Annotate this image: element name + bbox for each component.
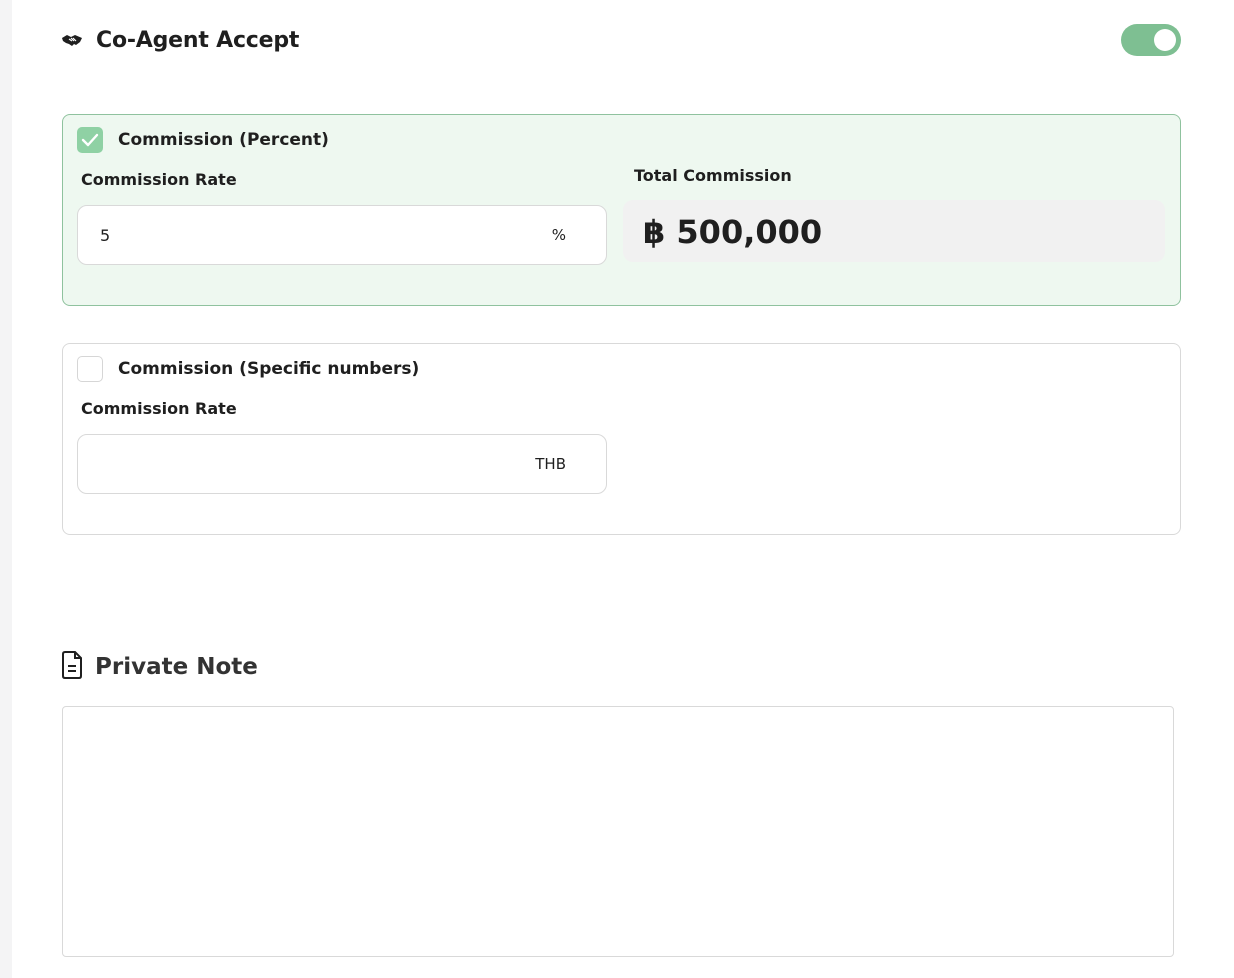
commission-percent-card: Commission (Percent) Commission Rate % T… (62, 114, 1181, 306)
private-note-textarea[interactable] (62, 706, 1174, 957)
private-note-header: Private Note (61, 650, 258, 684)
document-icon (61, 651, 83, 683)
commission-rate-label: Commission Rate (81, 170, 237, 189)
total-commission-label: Total Commission (634, 166, 792, 185)
toggle-knob (1154, 29, 1176, 51)
thb-suffix: THB (535, 455, 566, 473)
private-note-title: Private Note (95, 654, 258, 680)
commission-rate-percent-field: % (77, 205, 607, 265)
total-commission-box: ฿ 500,000 (623, 200, 1165, 262)
co-agent-header: Co-Agent Accept (61, 24, 299, 56)
percent-suffix: % (551, 226, 566, 244)
left-panel-edge (0, 0, 12, 978)
commission-specific-checkbox[interactable] (77, 356, 103, 382)
co-agent-toggle[interactable] (1121, 24, 1181, 56)
commission-rate-thb-input[interactable] (78, 435, 540, 493)
commission-rate-label: Commission Rate (81, 399, 237, 418)
commission-rate-thb-field: THB (77, 434, 607, 494)
commission-percent-title: Commission (Percent) (118, 130, 329, 150)
commission-percent-checkbox[interactable] (77, 127, 103, 153)
commission-specific-card: Commission (Specific numbers) Commission… (62, 343, 1181, 535)
commission-specific-title: Commission (Specific numbers) (118, 359, 420, 379)
commission-rate-percent-input[interactable] (78, 206, 540, 264)
section-title: Co-Agent Accept (96, 27, 300, 53)
check-icon (81, 133, 99, 147)
handshake-icon (61, 29, 83, 51)
total-commission-value: ฿ 500,000 (643, 213, 823, 251)
